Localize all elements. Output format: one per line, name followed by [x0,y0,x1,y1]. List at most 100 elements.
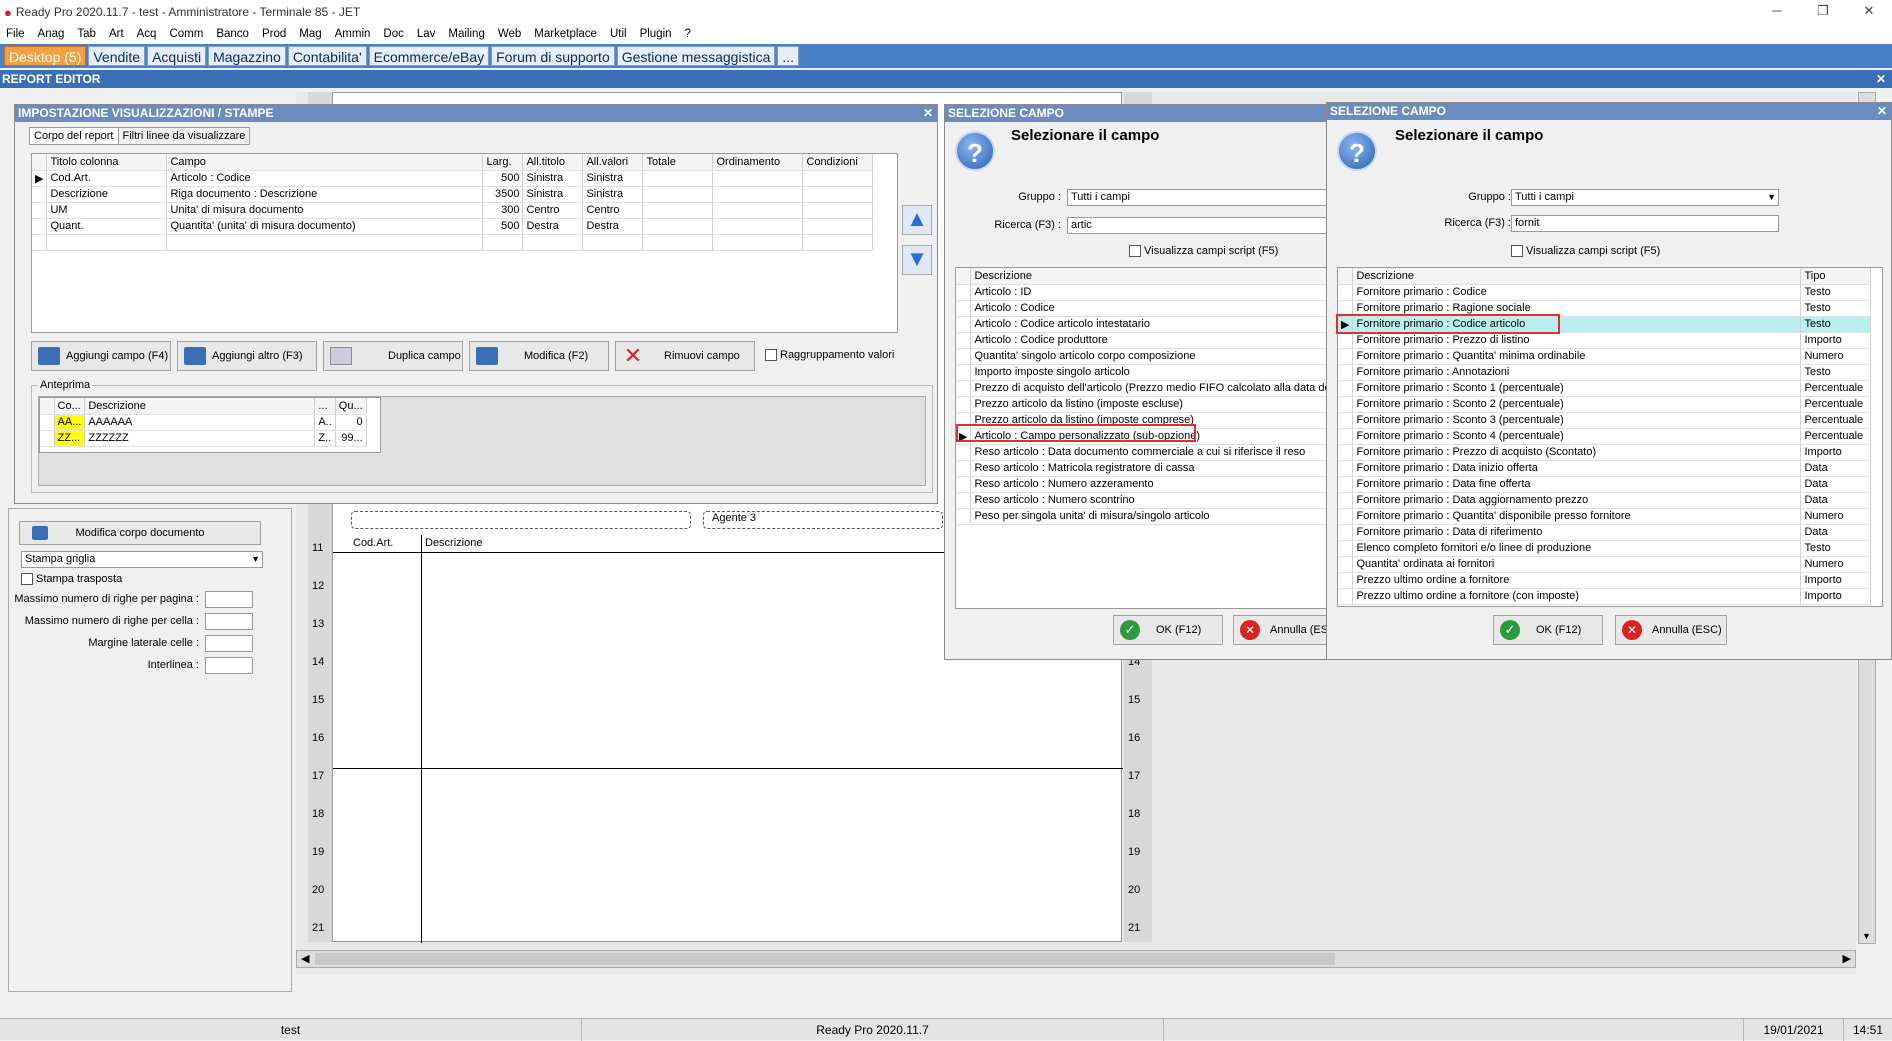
list-item-label[interactable]: Quantita' ordinata ai fornitori [1352,556,1802,573]
table-cell[interactable]: Sinistra [522,170,584,187]
horizontal-scrollbar[interactable]: ◀ ▶ [296,950,1856,968]
list-item-type[interactable]: Data [1800,460,1872,477]
menu-item[interactable]: Mailing [448,28,484,40]
table-cell[interactable] [46,234,168,251]
list-item-label[interactable]: Elenco completo fornitori e/o linee di p… [1352,540,1802,557]
sel1-ok-button[interactable]: ✓ OK (F12) [1113,615,1223,645]
close-button[interactable]: ✕ [1846,0,1892,22]
list-item-type[interactable]: Numero [1800,348,1872,365]
report-editor-close-icon[interactable]: ✕ [1876,70,1886,88]
list-item-label[interactable]: Articolo : Codice [970,300,1329,317]
list-item-label[interactable]: Fornitore primario : Quantita' disponibi… [1352,508,1802,525]
table-row[interactable]: Descrizione Riga documento : Descrizione 3… [32,186,874,203]
table-cell[interactable] [802,170,874,187]
list-item-type[interactable]: Numero [1800,508,1872,525]
table-cell[interactable] [642,218,714,235]
list-item-label[interactable]: Fornitore primario : Data inizio offerta [1352,460,1802,477]
list-item-label[interactable]: Fornitore primario : Sconto 4 (percentua… [1352,428,1802,445]
list-item-type[interactable]: Importo [1800,332,1872,349]
list-item-label[interactable]: Articolo : Codice produttore [970,332,1329,349]
table-row[interactable]: Quant. Quantita' (unita' di misura docume… [32,218,874,235]
table-cell[interactable]: Articolo : Codice [166,170,484,187]
tab-corpo-report[interactable]: Corpo del report [29,127,119,145]
sel2-ok-button[interactable]: ✓ OK (F12) [1493,615,1603,645]
table-cell[interactable] [802,218,874,235]
list-item-label[interactable]: Prezzo di acquisto dell'articolo (Prezzo… [970,380,1329,397]
list-item[interactable]: Fornitore primario : Quantita' minima or… [1338,348,1872,365]
main-tab[interactable]: ... [777,46,800,66]
list-item-label[interactable]: Peso per singola unita' di misura/singol… [970,508,1329,525]
table-cell[interactable]: 300 [482,202,524,219]
minimize-button[interactable]: ─ [1754,0,1800,22]
table-cell[interactable]: Centro [522,202,584,219]
list-item[interactable]: Reso articolo : Numero azzeramento [956,476,1329,493]
list-item-label[interactable]: Prezzo ultimo ordine a fornitore (con im… [1352,588,1802,605]
menu-item[interactable]: Art [109,28,124,40]
list-item[interactable]: Fornitore primario : Sconto 1 (percentua… [1338,380,1872,397]
table-cell[interactable]: UM [46,202,168,219]
list-item[interactable]: Quantita' singolo articolo corpo composi… [956,348,1329,365]
main-tab[interactable]: Ecommerce/eBay [368,46,490,66]
preview-grid[interactable]: Co... Descrizione... Qu... AA... AAAAAA A.. 0 Z… [39,397,381,453]
list-item-label[interactable]: Fornitore primario : Sconto 3 (percentua… [1352,412,1802,429]
list-item-label[interactable]: Reso articolo : Numero azzeramento [970,476,1329,493]
sel2-group-select[interactable]: Tutti i campi ▼ [1511,189,1779,206]
scroll-thumb[interactable] [315,953,1335,965]
table-cell[interactable]: Unita' di misura documento [166,202,484,219]
table-cell[interactable] [642,202,714,219]
list-item-type[interactable]: Percentuale [1800,412,1872,429]
remove-field-button[interactable]: ✕ Rimuovi campo [615,341,755,371]
list-item[interactable]: Fornitore primario : Data fine offerta Da… [1338,476,1872,493]
table-cell[interactable] [642,170,714,187]
table-cell[interactable] [712,186,804,203]
table-cell[interactable]: Destra [522,218,584,235]
table-cell[interactable]: Descrizione [46,186,168,203]
list-item[interactable]: Fornitore primario : Prezzo di listino Im… [1338,332,1872,349]
menu-item[interactable]: Doc [383,28,403,40]
list-item[interactable]: Articolo : Codice produttore [956,332,1329,349]
list-item[interactable]: Fornitore primario : Sconto 4 (percentua… [1338,428,1872,445]
impostazione-close-icon[interactable]: ✕ [923,105,933,122]
menu-item[interactable]: Ammin [335,28,371,40]
table-cell[interactable] [802,202,874,219]
table-row[interactable]: ZZ... ZZZZZZ Z.. 99... [40,430,367,447]
list-item[interactable]: Prezzo di acquisto dell'articolo (Prezzo… [956,380,1329,397]
list-item[interactable]: Reso articolo : Data documento commercia… [956,444,1329,461]
list-item[interactable]: Fornitore primario : Data aggiornamento … [1338,492,1872,509]
list-item-type[interactable]: Percentuale [1800,428,1872,445]
list-item-label[interactable]: Importo imposte singolo articolo [970,364,1329,381]
sel1-search-input[interactable]: artic [1067,217,1329,234]
list-item-label[interactable]: Fornitore primario : Sconto 2 (percentua… [1352,396,1802,413]
table-cell[interactable] [712,218,804,235]
sel2-close-icon[interactable]: ✕ [1877,103,1887,120]
table-row[interactable]: ▶ Cod.Art. Articolo : Codice 500 Sinistra Sin… [32,170,874,187]
table-row[interactable]: AA... AAAAAA A.. 0 [40,414,367,431]
list-item-type[interactable]: Testo [1800,284,1872,301]
restore-button[interactable]: ❐ [1800,0,1846,22]
list-item-type[interactable]: Testo [1800,300,1872,317]
table-row[interactable] [32,234,874,251]
add-field-button[interactable]: Aggiungi campo (F4) [31,341,171,371]
table-cell[interactable]: 500 [482,170,524,187]
sel1-script-checkbox[interactable]: Visualizza campi script (F5) [1129,245,1278,258]
table-cell[interactable]: Centro [582,202,644,219]
list-item[interactable]: Prezzo ultimo ordine a fornitore (con im… [1338,588,1872,605]
max-rows-cell-input[interactable] [205,613,253,630]
list-item-type[interactable]: Importo [1800,588,1872,605]
list-item-type[interactable]: Percentuale [1800,380,1872,397]
list-item[interactable]: Fornitore primario : Sconto 3 (percentua… [1338,412,1872,429]
main-tab[interactable]: Forum di supporto [491,46,615,66]
list-item-type[interactable]: Data [1800,476,1872,493]
list-item[interactable]: Articolo : ID [956,284,1329,301]
move-down-icon[interactable]: ▼ [902,245,932,275]
menu-item[interactable]: Prod [262,28,286,40]
scroll-down-icon[interactable]: ▼ [1862,931,1871,941]
main-tab[interactable]: Gestione messaggistica [616,46,776,66]
menu-item[interactable]: Anag [38,28,65,40]
list-item-type[interactable]: Percentuale [1800,396,1872,413]
list-item-type[interactable]: Numero [1800,556,1872,573]
list-item-type[interactable]: Testo [1800,316,1872,333]
list-item[interactable]: Fornitore primario : Sconto 2 (percentua… [1338,396,1872,413]
list-item-label[interactable]: Fornitore primario : Codice [1352,284,1802,301]
list-item[interactable]: Fornitore primario : Prezzo di acquisto … [1338,444,1872,461]
